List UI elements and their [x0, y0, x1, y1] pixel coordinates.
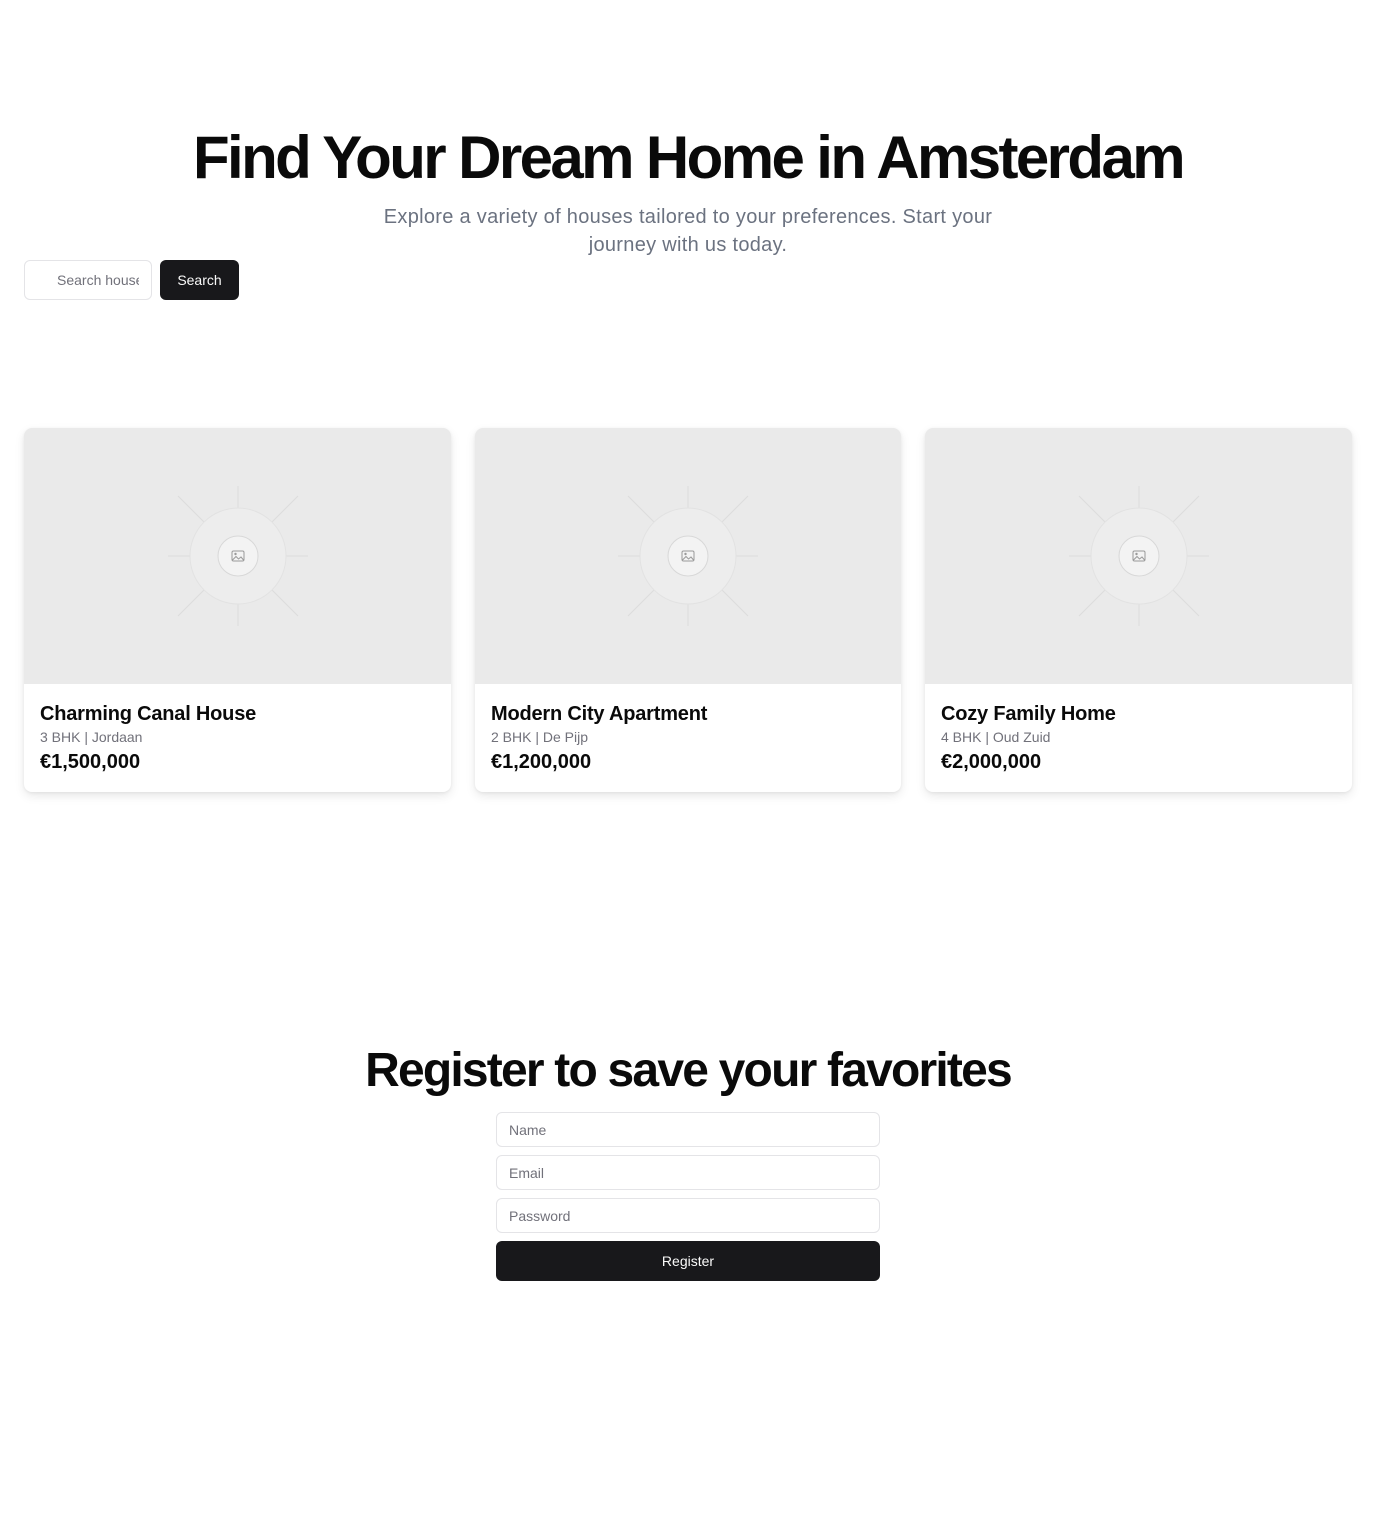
listing-image — [475, 428, 901, 684]
register-title: Register to save your favorites — [365, 1044, 1013, 1097]
listing-title: Modern City Apartment — [491, 703, 708, 725]
image-placeholder-icon — [167, 486, 308, 626]
listing-card[interactable]: Modern City Apartment 2 BHK | De Pijp €1… — [475, 428, 901, 792]
name-field[interactable] — [496, 1112, 880, 1147]
email-field[interactable] — [496, 1155, 880, 1190]
listing-price: €1,500,000 — [40, 751, 141, 773]
listing-price: €1,200,000 — [491, 751, 592, 773]
listing-title: Charming Canal House — [40, 703, 257, 725]
page-title: Find Your Dream Home in Amsterdam — [193, 124, 1186, 191]
search-button[interactable]: Search — [160, 260, 239, 300]
listing-meta: 2 BHK | De Pijp — [491, 729, 589, 745]
listing-meta: 4 BHK | Oud Zuid — [941, 729, 1051, 745]
listing-meta: 3 BHK | Jordaan — [40, 729, 143, 745]
search-input[interactable] — [24, 260, 152, 300]
page-subtitle: Explore a variety of houses tailored to … — [383, 206, 993, 256]
listing-card[interactable]: Charming Canal House 3 BHK | Jordaan €1,… — [24, 428, 451, 792]
listing-image — [925, 428, 1352, 684]
register-button[interactable]: Register — [496, 1241, 880, 1281]
listing-card[interactable]: Cozy Family Home 4 BHK | Oud Zuid €2,000… — [925, 428, 1352, 792]
listing-title: Cozy Family Home — [941, 703, 1116, 725]
listing-price: €2,000,000 — [941, 751, 1042, 773]
password-field[interactable] — [496, 1198, 880, 1233]
image-placeholder-icon — [1068, 486, 1209, 626]
image-placeholder-icon — [618, 486, 758, 626]
listing-image — [24, 428, 451, 684]
